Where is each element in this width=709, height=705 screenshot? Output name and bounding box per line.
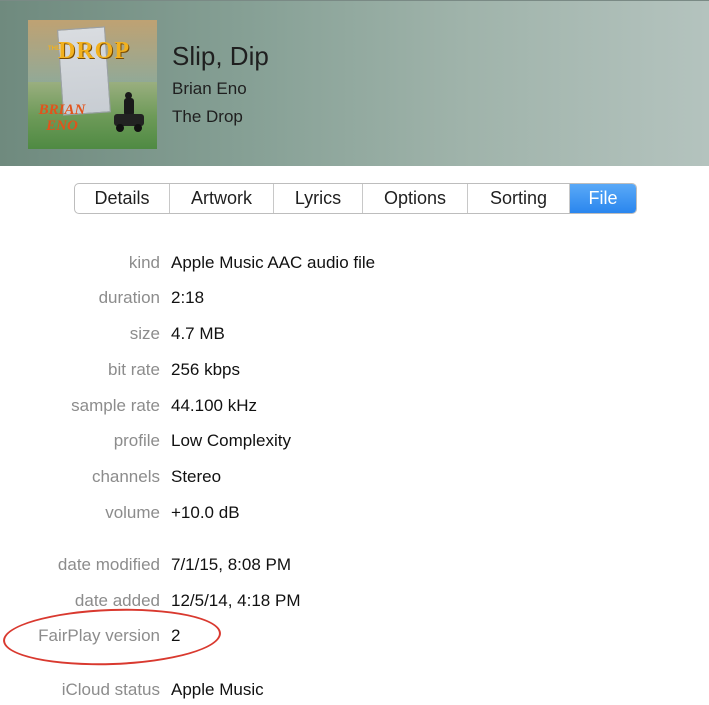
artwork-album-text: DROP xyxy=(58,38,130,64)
song-artist: Brian Eno xyxy=(172,79,247,98)
tab-details[interactable]: Details xyxy=(75,184,170,213)
tab-options[interactable]: Options xyxy=(363,184,468,213)
info-value: 12/5/14, 4:18 PM xyxy=(171,591,301,610)
tab-artwork[interactable]: Artwork xyxy=(170,184,274,213)
info-row-sample-rate: sample rate 44.100 kHz xyxy=(0,394,709,418)
info-label: duration xyxy=(98,288,160,307)
info-value: Apple Music AAC audio file xyxy=(171,253,376,272)
info-value: 2:18 xyxy=(171,288,205,307)
annotation-ellipse xyxy=(2,605,222,669)
tab-file[interactable]: File xyxy=(570,184,636,213)
info-label: channels xyxy=(91,467,160,486)
info-row-bit-rate: bit rate 256 kbps xyxy=(0,358,709,382)
artwork-artist-text: BRIAN ENO xyxy=(34,102,90,134)
info-label: date modified xyxy=(57,555,160,574)
info-value: +10.0 dB xyxy=(171,503,240,522)
tab-sorting[interactable]: Sorting xyxy=(468,184,570,213)
info-row-volume: volume +10.0 dB xyxy=(0,501,709,525)
info-value: 7/1/15, 8:08 PM xyxy=(171,555,292,574)
info-label: iCloud status xyxy=(61,680,160,699)
info-label: profile xyxy=(113,431,160,450)
info-row-size: size 4.7 MB xyxy=(0,322,709,346)
info-value: 256 kbps xyxy=(171,360,240,379)
artwork-artist-line2: ENO xyxy=(46,118,78,134)
song-title: Slip, Dip xyxy=(172,41,269,71)
info-value: Apple Music xyxy=(171,680,264,699)
info-value: Stereo xyxy=(171,467,222,486)
info-value: Low Complexity xyxy=(171,431,291,450)
info-row-icloud-status: iCloud status Apple Music xyxy=(0,678,709,702)
info-row-date-modified: date modified 7/1/15, 8:08 PM xyxy=(0,553,709,577)
info-row-duration: duration 2:18 xyxy=(0,286,709,310)
artwork-figure xyxy=(114,92,144,132)
song-album: The Drop xyxy=(172,107,243,126)
info-label: bit rate xyxy=(108,360,160,379)
info-label: size xyxy=(129,324,160,343)
info-tabs: Details Artwork Lyrics Options Sorting F… xyxy=(74,183,637,214)
info-label: sample rate xyxy=(71,396,160,415)
info-row-channels: channels Stereo xyxy=(0,465,709,489)
info-value: 4.7 MB xyxy=(171,324,225,343)
artwork-artist-line1: BRIAN xyxy=(38,102,86,118)
info-label: volume xyxy=(105,503,160,522)
info-label: kind xyxy=(128,253,160,272)
info-row-profile: profile Low Complexity xyxy=(0,429,709,453)
track-header: THE DROP BRIAN ENO Slip, Dip Brian Eno T… xyxy=(0,0,709,166)
tab-lyrics[interactable]: Lyrics xyxy=(274,184,363,213)
album-artwork: THE DROP BRIAN ENO xyxy=(28,20,157,149)
info-row-kind: kind Apple Music AAC audio file xyxy=(0,251,709,275)
info-value: 44.100 kHz xyxy=(171,396,257,415)
